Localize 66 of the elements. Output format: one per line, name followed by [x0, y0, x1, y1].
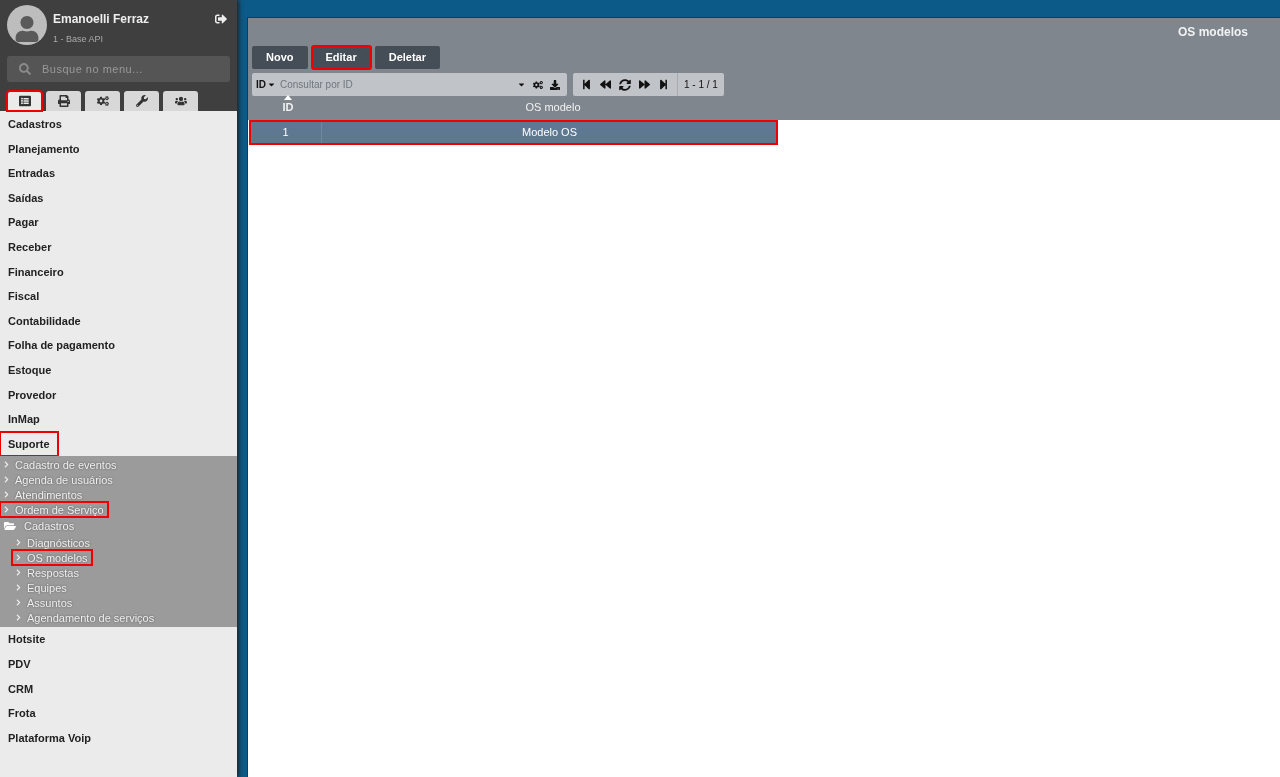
chevron-icon: [3, 461, 10, 469]
menu-item[interactable]: Cadastros: [0, 112, 70, 137]
query-input[interactable]: Consultar por ID: [280, 77, 515, 92]
previous-page-icon[interactable]: [600, 79, 611, 90]
chevron-icon: [15, 539, 22, 547]
caret-icon: [517, 80, 526, 89]
gears-icon[interactable]: [533, 79, 543, 90]
menu-item[interactable]: Frota: [0, 701, 44, 726]
menu-item[interactable]: Saídas: [0, 185, 52, 211]
last-page-icon[interactable]: [658, 79, 669, 90]
menu-item[interactable]: Financeiro: [0, 259, 72, 285]
refresh-icon[interactable]: [619, 78, 631, 91]
search-icon: [19, 62, 31, 75]
first-page-icon[interactable]: [581, 79, 592, 90]
toolbar-button[interactable]: Editar: [311, 46, 371, 69]
next-page-icon[interactable]: [639, 79, 650, 90]
window-title: OS modelos: [1178, 24, 1248, 41]
menu-item[interactable]: Suporte: [0, 431, 58, 457]
sidebar-tab[interactable]: [85, 91, 120, 111]
download-icon[interactable]: [550, 79, 560, 90]
menu-item[interactable]: Provedor: [0, 382, 65, 408]
list-icon: [18, 95, 31, 107]
wrench-icon: [135, 95, 148, 107]
menu-item[interactable]: Fiscal: [0, 284, 48, 309]
menu-item[interactable]: Hotsite: [0, 627, 54, 652]
table-cell-text: Modelo OS: [521, 125, 578, 141]
chevron-icon: [3, 476, 10, 484]
query-field[interactable]: ID Consultar por ID: [252, 73, 567, 96]
menu-item[interactable]: Entradas: [0, 161, 64, 186]
user-name: Emanoelli Ferraz: [53, 11, 151, 28]
user-subtitle: 1 - Base API: [53, 33, 105, 46]
menu-item[interactable]: Estoque: [0, 357, 60, 383]
menu-item[interactable]: Contabilidade: [0, 308, 89, 334]
sidebar-tab[interactable]: [7, 91, 42, 111]
sidebar-tab[interactable]: [46, 91, 81, 111]
menu-item[interactable]: Pagar: [0, 210, 47, 235]
chevron-icon: [15, 614, 22, 622]
folder-icon: [4, 519, 16, 532]
table-row[interactable]: 1 Modelo OS: [250, 121, 777, 144]
logout-icon[interactable]: [215, 13, 227, 25]
menu-item[interactable]: Plataforma Voip: [0, 725, 99, 751]
menu-search-field[interactable]: Busque no menu...: [7, 55, 230, 82]
gears-icon: [96, 95, 109, 107]
menu-item[interactable]: CRM: [0, 676, 42, 702]
chevron-icon: [3, 491, 10, 499]
menu-item[interactable]: Folha de pagamento: [0, 333, 123, 358]
sidebar-tab[interactable]: [163, 91, 198, 111]
users-icon: [174, 95, 187, 107]
menu-item[interactable]: Planejamento: [0, 136, 88, 162]
toolbar-button[interactable]: Novo: [252, 46, 308, 69]
menu-item[interactable]: InMap: [0, 407, 48, 432]
menu-item[interactable]: Receber: [0, 234, 60, 260]
query-field-select[interactable]: ID: [256, 77, 276, 92]
printer-icon: [57, 95, 70, 107]
caret-icon: [267, 80, 276, 89]
chevron-icon: [3, 506, 10, 514]
toolbar-button[interactable]: Deletar: [374, 46, 440, 69]
chevron-icon: [15, 584, 22, 592]
table-cell: 1: [250, 121, 322, 144]
pager-range: 1 - 1 / 1: [677, 73, 724, 96]
menu-item[interactable]: PDV: [0, 651, 39, 677]
sidebar-tab[interactable]: [124, 91, 159, 111]
chevron-icon: [15, 599, 22, 607]
avatar-icon: [7, 5, 47, 45]
chevron-icon: [15, 554, 22, 562]
chevron-icon: [15, 569, 22, 577]
